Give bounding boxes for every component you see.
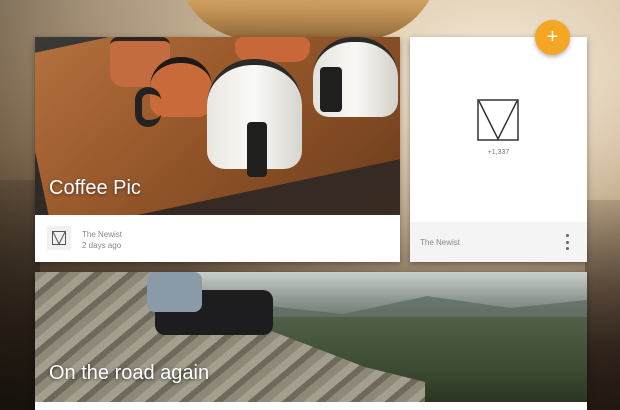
background-rock-right <box>585 200 620 410</box>
card-footer: The Newist 2 days ago <box>35 215 400 262</box>
person-sitting <box>147 272 202 312</box>
more-vert-icon[interactable] <box>563 234 571 250</box>
card-footer: The Newist <box>410 222 587 262</box>
card-footer <box>35 402 587 410</box>
card-newist-stats[interactable]: +1,337 The Newist <box>410 37 587 262</box>
coffee-photo: Coffee Pic <box>35 37 400 215</box>
road-photo: On the road again <box>35 272 587 407</box>
add-button[interactable]: + <box>535 20 570 55</box>
newist-logo-icon <box>477 99 519 141</box>
background-rock-left <box>0 180 40 410</box>
author-name[interactable]: The Newist <box>420 238 460 247</box>
author-name[interactable]: The Newist <box>82 230 122 239</box>
mug-handle <box>247 122 267 177</box>
card-coffee-pic[interactable]: Coffee Pic The Newist 2 days ago <box>35 37 400 262</box>
newist-logo-icon <box>47 226 71 250</box>
mug-handle <box>320 67 342 112</box>
post-date: 2 days ago <box>82 241 122 250</box>
card-title: Coffee Pic <box>49 177 141 199</box>
follower-count: +1,337 <box>487 149 510 156</box>
mug-handle <box>135 87 161 127</box>
orange-mug <box>235 37 310 62</box>
card-on-the-road[interactable]: On the road again <box>35 272 587 410</box>
background-lamp <box>175 0 440 40</box>
card-title: On the road again <box>49 362 210 384</box>
